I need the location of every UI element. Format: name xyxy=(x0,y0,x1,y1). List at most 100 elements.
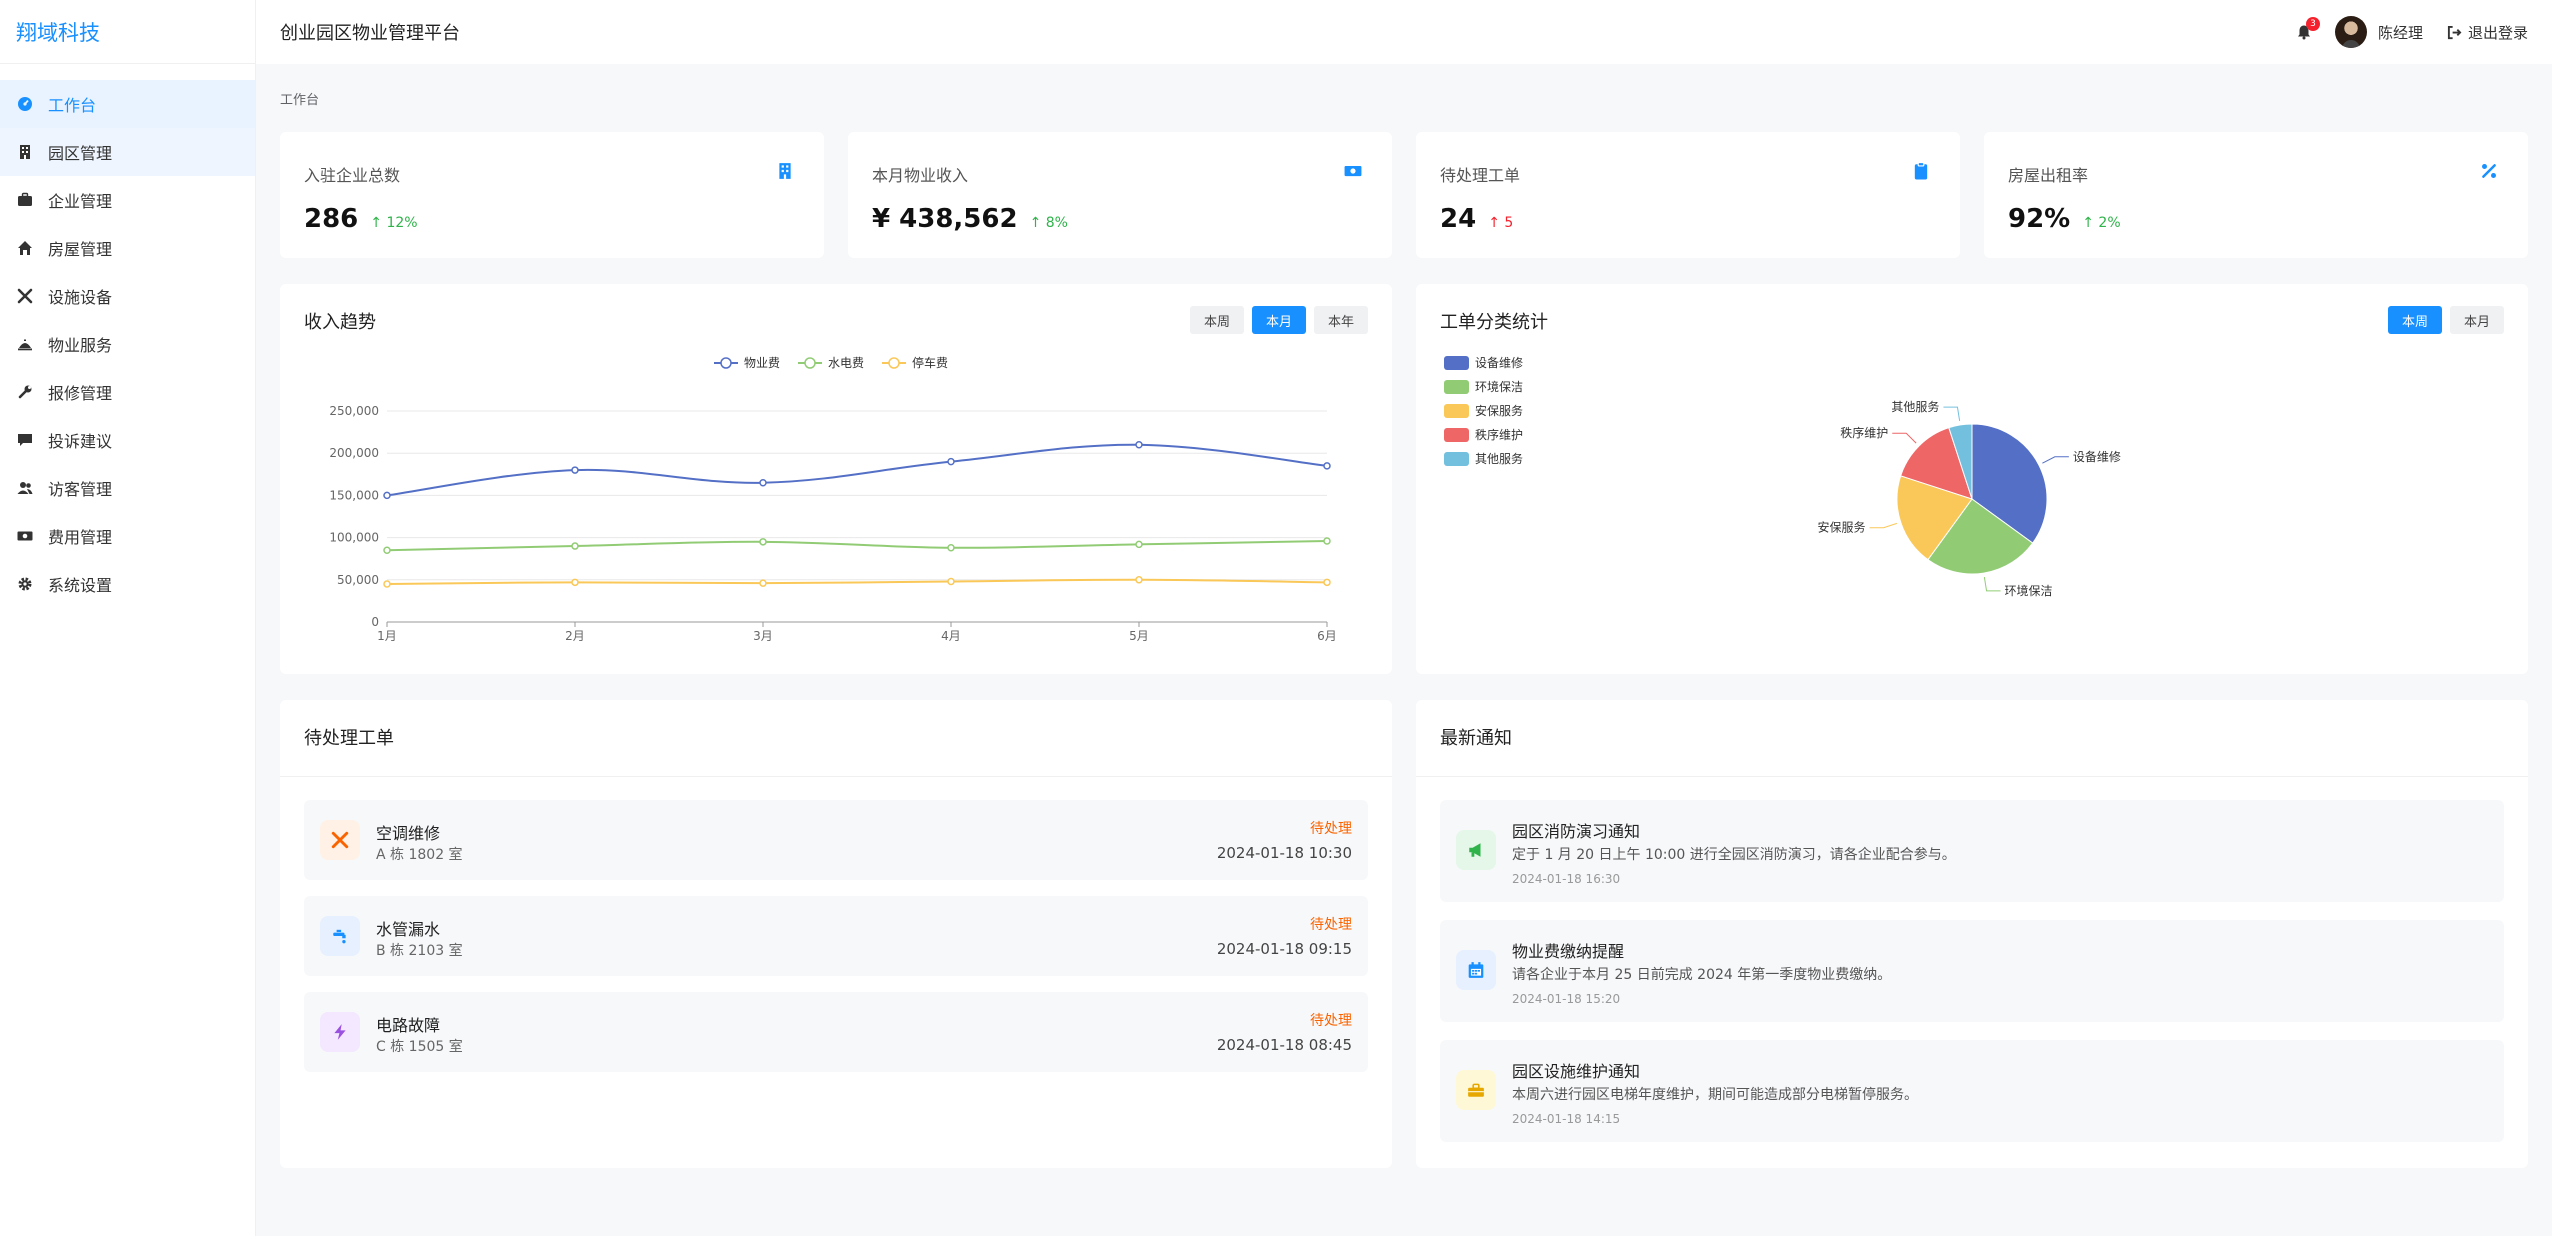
logout-label: 退出登录 xyxy=(2467,23,2528,42)
panel-title: 最新通知 xyxy=(1440,728,1512,749)
y-tick-label: 200,000 xyxy=(329,446,379,460)
arrow-up-icon: ↑ xyxy=(1488,215,1500,231)
x-tick-label: 1月 xyxy=(377,629,397,643)
work-order-item[interactable]: 水管漏水 B 栋 2103 室 待处理 2024-01-18 09:15 xyxy=(304,896,1368,976)
work-order-title: 电路故障 xyxy=(376,1016,441,1035)
page-title: 创业园区物业管理平台 xyxy=(280,23,460,44)
workorder-stats-panel: 工单分类统计 本周 本月 设备维修 环境保洁 安保服务 秩序维护 其他服务 设备维修 环境保… xyxy=(1416,284,2528,674)
user-name[interactable]: 陈经理 xyxy=(2378,22,2423,43)
series-line xyxy=(386,443,1328,497)
work-order-item[interactable]: 空调维修 A 栋 1802 室 待处理 2024-01-18 10:30 xyxy=(304,800,1368,880)
stat-label: 房屋出租率 xyxy=(2008,166,2089,185)
pie-leader-line xyxy=(1943,406,1961,422)
sidebar-item-house[interactable]: 房屋管理 xyxy=(0,224,255,272)
notification-bell-button[interactable]: 3 xyxy=(2293,17,2320,43)
sidebar-item-repair[interactable]: 报修管理 xyxy=(0,368,255,416)
sidebar-item-complaint[interactable]: 投诉建议 xyxy=(0,416,255,464)
data-point xyxy=(1135,441,1143,449)
sidebar-item-settings[interactable]: 系统设置 xyxy=(0,560,255,608)
tools-icon xyxy=(320,820,360,860)
service-bell-icon xyxy=(16,335,34,353)
calendar-icon xyxy=(1456,950,1496,990)
work-order-time: 2024-01-18 09:15 xyxy=(1216,940,1352,958)
status-badge: 待处理 xyxy=(1310,917,1352,933)
work-order-item[interactable]: 电路故障 C 栋 1505 室 待处理 2024-01-18 08:45 xyxy=(304,992,1368,1072)
sidebar-item-dashboard[interactable]: 工作台 xyxy=(0,80,255,128)
legend-swatch xyxy=(1444,452,1469,466)
stat-trend: ↑ 2% xyxy=(2082,215,2120,231)
breadcrumb[interactable]: 工作台 xyxy=(280,89,319,108)
stat-card-income: 本月物业收入 ¥ 438,562 ↑ 8% xyxy=(848,132,1392,258)
stat-value: 92% xyxy=(2008,204,2071,234)
money-icon xyxy=(1344,165,1362,177)
pie-label: 其他服务 xyxy=(1891,399,1939,414)
stat-label: 入驻企业总数 xyxy=(304,166,401,185)
notice-item[interactable]: 园区消防演习通知 定于 1 月 20 日上午 10:00 进行全园区消防演习，请… xyxy=(1440,800,2504,902)
legend-label: 水电费 xyxy=(828,356,864,370)
tools-icon xyxy=(16,287,34,305)
work-order-title: 水管漏水 xyxy=(376,920,441,939)
work-order-location: A 栋 1802 室 xyxy=(376,847,463,863)
sidebar-item-visitor[interactable]: 访客管理 xyxy=(0,464,255,512)
data-point xyxy=(1323,578,1331,587)
notice-title: 园区设施维护通知 xyxy=(1512,1062,1641,1081)
pie-leader-line xyxy=(1983,576,2001,592)
divider xyxy=(280,776,1392,777)
legend-swatch xyxy=(1444,356,1469,370)
faucet-icon xyxy=(320,916,360,956)
header-actions: 3 陈经理 退出登录 xyxy=(2293,16,2528,48)
pie-leader-line xyxy=(1869,522,1898,529)
stat-value: 24 xyxy=(1440,204,1477,234)
pie-label: 环境保洁 xyxy=(2005,583,2053,598)
arrow-up-icon: ↑ xyxy=(1029,215,1042,231)
notice-title: 物业费缴纳提醒 xyxy=(1512,942,1625,961)
sidebar-item-label: 费用管理 xyxy=(48,528,113,547)
sidebar-item-fee[interactable]: 费用管理 xyxy=(0,512,255,560)
building-icon xyxy=(16,143,34,161)
pie-label: 设备维修 xyxy=(2073,449,2121,464)
sidebar-item-park[interactable]: 园区管理 xyxy=(0,128,255,176)
notice-item[interactable]: 物业费缴纳提醒 请各企业于本月 25 日前完成 2024 年第一季度物业费缴纳。… xyxy=(1440,920,2504,1022)
x-tick-label: 2月 xyxy=(565,629,585,643)
sidebar-item-label: 房屋管理 xyxy=(48,240,113,259)
legend-item: 物业费 xyxy=(714,356,780,370)
arrow-up-icon: ↑ xyxy=(370,215,383,231)
notice-time: 2024-01-18 14:15 xyxy=(1512,1112,1621,1126)
logout-button[interactable]: 退出登录 xyxy=(2447,22,2528,43)
stat-value: ¥ 438,562 xyxy=(872,204,1018,234)
sidebar-item-enterprise[interactable]: 企业管理 xyxy=(0,176,255,224)
legend-item: 其他服务 xyxy=(1444,451,1523,466)
sidebar-menu: 工作台 园区管理 企业管理 房屋管理 设施设备 物业服务 报修管理 投诉建议 访… xyxy=(0,80,255,608)
data-point xyxy=(947,577,955,586)
work-order-location: C 栋 1505 室 xyxy=(376,1039,463,1055)
data-point xyxy=(759,579,767,587)
stat-trend-value: 8% xyxy=(1045,215,1068,231)
series-line xyxy=(386,578,1328,586)
dashboard-icon xyxy=(16,95,34,113)
sidebar-item-service[interactable]: 物业服务 xyxy=(0,320,255,368)
y-tick-label: 250,000 xyxy=(329,404,379,418)
notice-content: 定于 1 月 20 日上午 10:00 进行全园区消防演习，请各企业配合参与。 xyxy=(1512,847,1956,863)
legend-marker xyxy=(720,357,732,369)
notice-time: 2024-01-18 15:20 xyxy=(1512,992,1621,1006)
sidebar-item-facilities[interactable]: 设施设备 xyxy=(0,272,255,320)
legend-swatch xyxy=(1444,404,1469,418)
legend-swatch xyxy=(1444,380,1469,394)
legend-label: 安保服务 xyxy=(1475,403,1523,418)
work-order-time: 2024-01-18 08:45 xyxy=(1216,1036,1352,1054)
megaphone-icon xyxy=(1456,830,1496,870)
brand-logo[interactable]: 翔域科技 xyxy=(0,0,255,64)
bolt-icon xyxy=(320,1012,360,1052)
logout-icon xyxy=(2447,25,2462,39)
legend-label: 物业费 xyxy=(744,356,780,370)
avatar[interactable] xyxy=(2334,16,2367,48)
notice-time: 2024-01-18 16:30 xyxy=(1512,872,1621,886)
workorder-pie-chart: 设备维修环境保洁安保服务秩序维护其他服务设备维修环境保洁安保服务秩序维护其他服务 xyxy=(1444,355,2121,598)
money-icon xyxy=(16,527,34,545)
pie-leader-line xyxy=(1892,432,1917,444)
briefcase-icon xyxy=(16,191,34,209)
data-point xyxy=(571,542,579,550)
income-line-chart: 0 50,000 100,000 150,000 200,000 250,000 1月 2月 3… xyxy=(329,355,1336,643)
data-point xyxy=(571,578,579,587)
notice-item[interactable]: 园区设施维护通知 本周六进行园区电梯年度维护，期间可能造成部分电梯暂停服务。 2… xyxy=(1440,1040,2504,1142)
